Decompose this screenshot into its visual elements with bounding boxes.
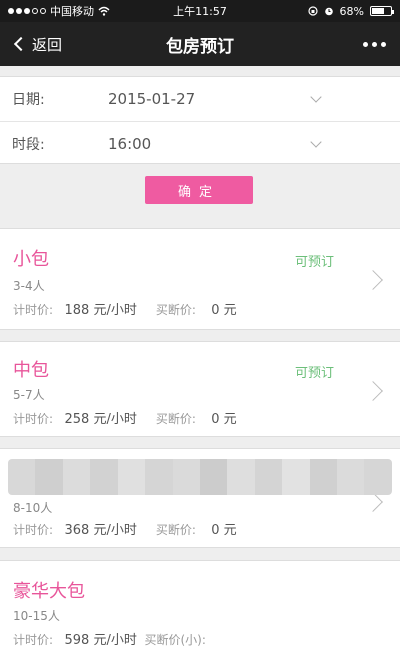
room-name: 豪华大包	[13, 581, 85, 602]
confirm-button[interactable]: 确定	[145, 176, 253, 204]
buyout-label: 买断价:	[155, 523, 196, 537]
hourly-price: 368 元/小时	[64, 523, 137, 538]
room-capacity: 5-7人	[13, 388, 45, 402]
hourly-label: 计时价:	[13, 523, 54, 537]
status-bar: 中国移动 上午11:57 68%	[0, 0, 400, 22]
period-row[interactable]: 时段: 16:00	[0, 121, 400, 165]
chevron-right-icon	[363, 270, 383, 290]
status-time: 上午11:57	[173, 5, 227, 18]
hourly-label: 计时价:	[13, 303, 54, 317]
room-status: 可预订	[294, 366, 334, 381]
hourly-price: 188 元/小时	[64, 303, 137, 318]
buyout-label: 买断价:	[155, 412, 196, 426]
booking-form: 日期: 2015-01-27 时段: 16:00	[0, 76, 400, 164]
signal-icon	[8, 8, 46, 14]
period-label: 时段:	[12, 136, 45, 153]
status-right: 68%	[242, 4, 394, 18]
alarm-icon	[324, 7, 333, 16]
room-card-deluxe[interactable]: 豪华大包 10-15人 计时价: 598 元/小时 买断价(小):	[0, 560, 400, 660]
hourly-label: 计时价:	[13, 633, 54, 647]
carrier-label: 中国移动	[50, 5, 94, 18]
pixelation-overlay	[8, 459, 392, 495]
more-dot	[381, 41, 386, 47]
room-prices: 计时价: 368 元/小时 买断价: 0 元	[13, 519, 237, 538]
room-capacity: 3-4人	[13, 279, 45, 293]
buyout-label: 买断价(小):	[144, 633, 206, 647]
lock-rotation-icon	[307, 6, 318, 16]
room-prices: 计时价: 598 元/小时 买断价(小):	[13, 629, 206, 648]
chevron-left-icon	[13, 36, 29, 52]
buyout-label: 买断价:	[155, 303, 196, 317]
wifi-icon	[98, 6, 110, 16]
battery-percent: 68%	[339, 4, 364, 18]
more-dot	[372, 41, 377, 47]
more-button[interactable]	[363, 22, 386, 66]
room-card-medium[interactable]: 中包 可预订 5-7人 计时价: 258 元/小时 买断价: 0 元	[0, 341, 400, 437]
nav-bar: 返回 包房预订	[0, 22, 400, 66]
back-label: 返回	[32, 35, 63, 54]
room-prices: 计时价: 188 元/小时 买断价: 0 元	[13, 299, 237, 318]
room-prices: 计时价: 258 元/小时 买断价: 0 元	[13, 408, 237, 427]
buyout-price: 0 元	[211, 303, 237, 318]
date-label: 日期:	[12, 92, 45, 108]
room-capacity: 10-15人	[13, 609, 60, 623]
buyout-price: 0 元	[211, 412, 237, 427]
date-value[interactable]: 2015-01-27	[108, 90, 400, 108]
status-left: 中国移动	[8, 3, 158, 19]
hourly-price: 258 元/小时	[64, 412, 137, 427]
room-status: 可预订	[294, 255, 334, 270]
back-button[interactable]: 返回	[12, 22, 62, 66]
room-name: 中包	[13, 360, 49, 381]
hourly-label: 计时价:	[13, 412, 54, 426]
battery-icon	[370, 6, 394, 16]
date-row[interactable]: 日期: 2015-01-27	[0, 77, 400, 121]
room-card-small[interactable]: 小包 可预订 3-4人 计时价: 188 元/小时 买断价: 0 元	[0, 228, 400, 330]
more-dot	[363, 41, 368, 47]
room-capacity: 8-10人	[13, 501, 53, 515]
chevron-right-icon	[363, 492, 383, 512]
room-name: 小包	[13, 249, 49, 270]
period-value[interactable]: 16:00	[108, 135, 400, 153]
hourly-price: 598 元/小时	[64, 633, 137, 648]
chevron-right-icon	[363, 381, 383, 401]
buyout-price: 0 元	[211, 523, 237, 538]
